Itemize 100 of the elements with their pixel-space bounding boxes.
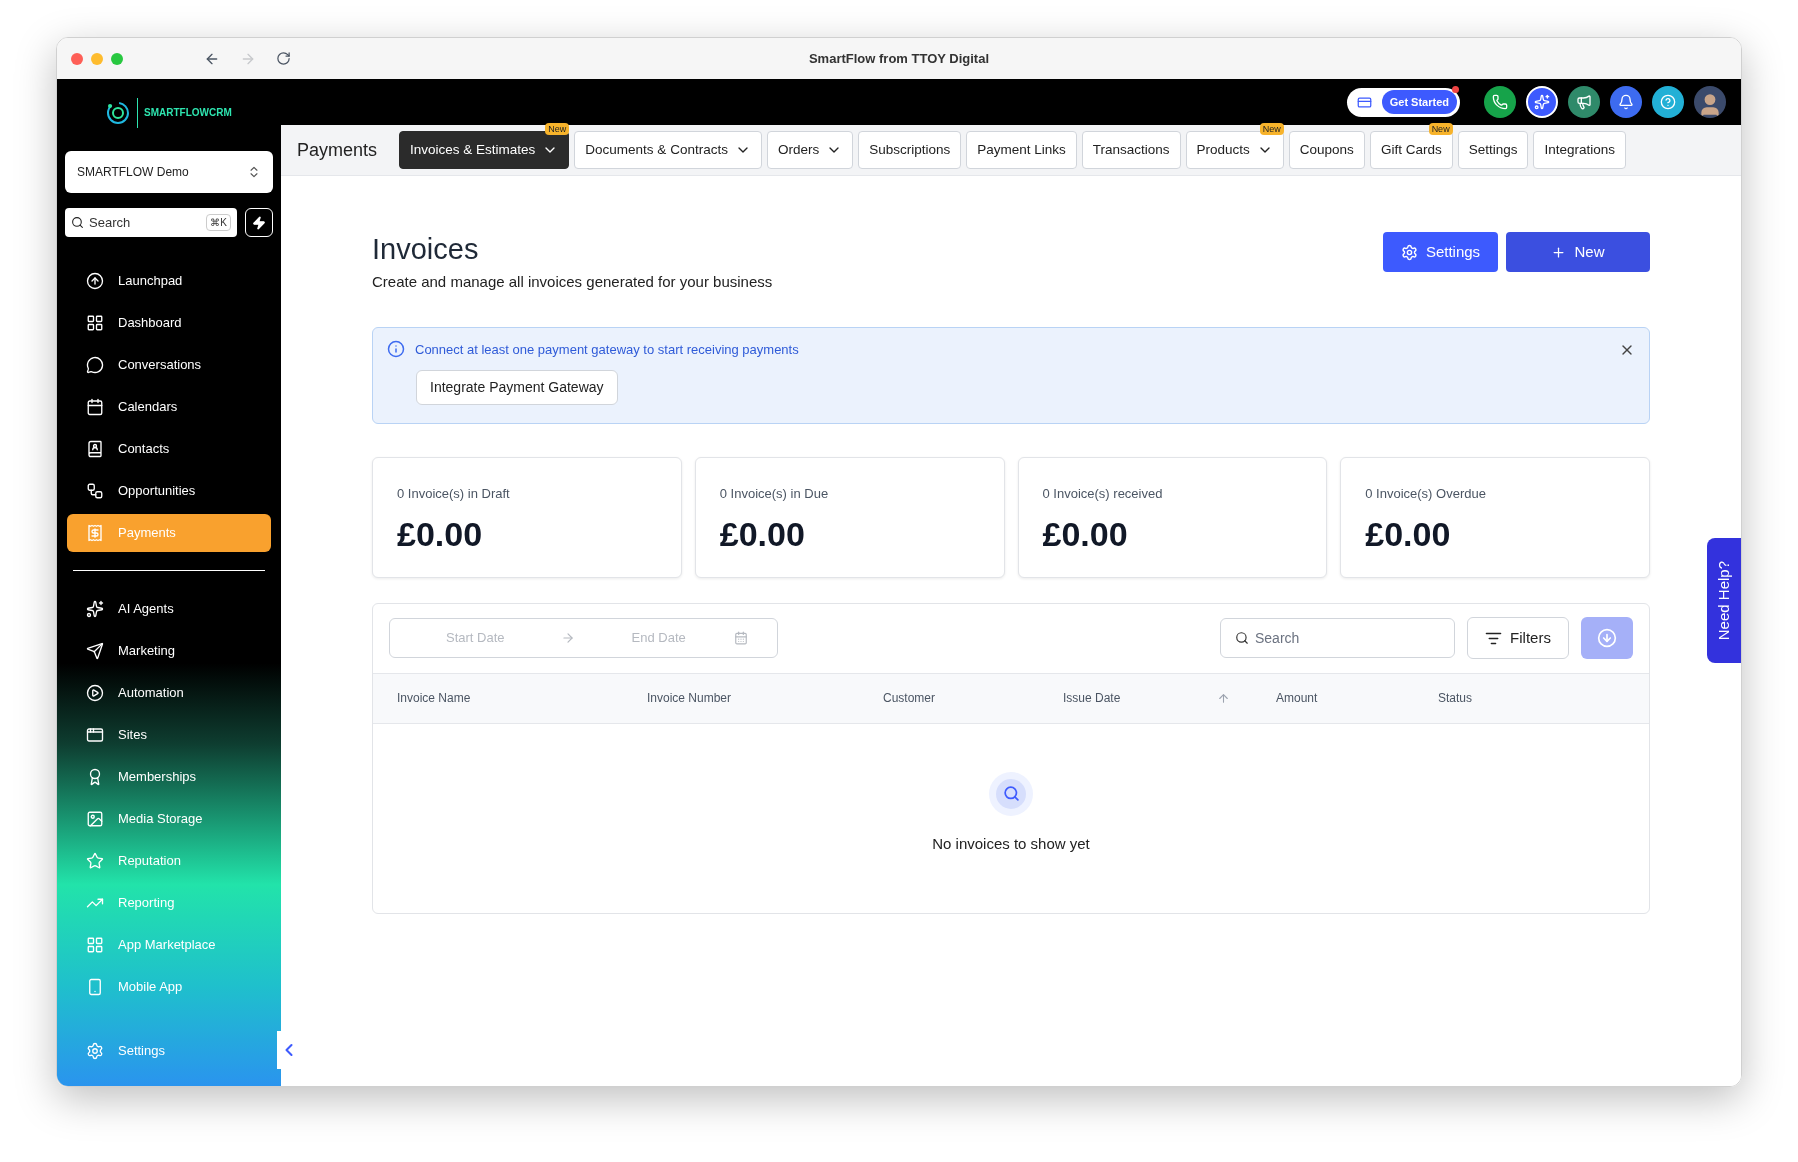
sidebar-item[interactable]: AI Agents	[67, 590, 271, 628]
close-window-icon[interactable]	[71, 52, 83, 65]
bell-icon	[1618, 94, 1634, 110]
download-icon	[1597, 628, 1617, 648]
nav-tab[interactable]: Transactions	[1081, 131, 1181, 169]
column-header: Invoice Number	[647, 690, 732, 707]
column-header: Issue Date	[1063, 690, 1121, 707]
new-badge: New	[1259, 123, 1284, 135]
sidebar-item[interactable]: Dashboard	[67, 304, 271, 342]
get-started-button[interactable]: Get Started	[1346, 87, 1460, 117]
nav-tab[interactable]: Settings	[1457, 131, 1529, 169]
stat-amount: £0.00	[397, 514, 484, 555]
nav-tab[interactable]: Coupons	[1288, 131, 1365, 169]
new-button[interactable]: New	[1506, 232, 1650, 272]
sparkle-icon	[1534, 94, 1550, 110]
page-title: Invoices	[372, 232, 480, 267]
nav-tab[interactable]: Documents & Contracts	[574, 131, 762, 169]
menu-icon	[86, 978, 104, 996]
menu-icon	[86, 684, 104, 702]
menu-icon	[86, 726, 104, 744]
stat-label: 0 Invoice(s) Overdue	[1365, 484, 1487, 503]
search-icon	[1002, 785, 1020, 802]
menu-icon	[86, 440, 104, 458]
nav-tab[interactable]: Subscriptions	[858, 131, 962, 169]
quick-action-button[interactable]	[245, 208, 273, 237]
plus-icon	[1551, 244, 1567, 260]
reload-icon[interactable]	[276, 51, 291, 66]
sidebar-item[interactable]: Media Storage	[67, 800, 271, 838]
nav-tab[interactable]: Orders	[766, 131, 854, 169]
need-help-tab[interactable]: Need Help?	[1707, 538, 1741, 663]
nav-tab[interactable]: Payment Links	[966, 131, 1077, 169]
alert-message: Connect at least one payment gateway to start receiving payments	[415, 340, 799, 359]
stat-amount: £0.00	[719, 514, 806, 555]
new-badge: New	[1428, 123, 1453, 135]
stat-amount: £0.00	[1365, 514, 1452, 555]
menu-icon	[86, 314, 104, 332]
sidebar-item[interactable]: Calendars	[67, 388, 271, 426]
brand-name: SMARTFLOWCRM	[144, 106, 232, 120]
search-icon	[71, 216, 84, 229]
sidebar-item[interactable]: Memberships	[67, 758, 271, 796]
filters-button[interactable]: Filters	[1467, 617, 1569, 659]
phone-icon	[1492, 94, 1508, 110]
chevrons-icon	[247, 165, 261, 179]
module-title: Payments	[297, 138, 378, 162]
help-button[interactable]	[1652, 86, 1684, 118]
menu-icon	[86, 936, 104, 954]
menu-icon	[86, 642, 104, 660]
menu-icon	[86, 810, 104, 828]
search-field[interactable]: Search ⌘K	[65, 208, 237, 237]
calendar-icon	[733, 631, 748, 645]
nav-tab[interactable]: Integrations	[1533, 131, 1626, 169]
sidebar-item[interactable]: Launchpad	[67, 262, 271, 300]
megaphone-icon	[1576, 94, 1592, 110]
window-title: SmartFlow from TTOY Digital	[808, 49, 990, 68]
empty-message: No invoices to show yet	[932, 833, 1090, 854]
sidebar-item[interactable]: Automation	[67, 674, 271, 712]
menu-icon	[86, 398, 104, 416]
menu-icon	[86, 356, 104, 374]
menu-icon	[86, 600, 104, 618]
sparkle-button[interactable]	[1526, 86, 1558, 118]
notifications-button[interactable]	[1610, 86, 1642, 118]
settings-button[interactable]: Settings	[1383, 232, 1498, 272]
phone-button[interactable]	[1484, 86, 1516, 118]
nav-tab[interactable]: Products	[1185, 131, 1284, 169]
stat-label: 0 Invoice(s) received	[1042, 484, 1164, 503]
help-icon	[1660, 94, 1676, 110]
sidebar-item[interactable]: Opportunities	[67, 472, 271, 510]
sidebar-item[interactable]: Marketing	[67, 632, 271, 670]
end-date-placeholder: End Date	[631, 629, 686, 648]
settings-icon	[1400, 243, 1418, 261]
nav-tab[interactable]: Gift Cards	[1369, 131, 1453, 169]
search-placeholder: Search	[89, 213, 132, 232]
megaphone-button[interactable]	[1568, 86, 1600, 118]
sidebar-item[interactable]: Conversations	[67, 346, 271, 384]
nav-tab[interactable]: Invoices & Estimates	[399, 131, 570, 169]
column-header: Status	[1438, 690, 1473, 707]
start-date-placeholder: Start Date	[446, 629, 505, 648]
table-search-field[interactable]: Search	[1220, 618, 1455, 658]
menu-icon	[86, 1042, 104, 1060]
search-placeholder: Search	[1255, 628, 1300, 648]
page-subtitle: Create and manage all invoices generated for your business	[372, 272, 773, 292]
column-header: Amount	[1276, 690, 1318, 707]
sidebar-item[interactable]: Sites	[67, 716, 271, 754]
info-icon	[387, 340, 405, 359]
menu-icon	[86, 852, 104, 870]
menu-icon	[86, 524, 104, 542]
column-header: Customer	[883, 690, 935, 707]
integrate-gateway-button[interactable]: Integrate Payment Gateway	[416, 370, 618, 405]
stat-amount: £0.00	[1042, 514, 1129, 555]
logo-icon	[105, 99, 131, 126]
card-icon	[1356, 94, 1372, 110]
avatar[interactable]	[1694, 86, 1726, 118]
stat-label: 0 Invoice(s) in Due	[719, 484, 830, 503]
search-icon	[1235, 631, 1249, 645]
shortcut-key: ⌘K	[206, 214, 231, 231]
stat-label: 0 Invoice(s) in Draft	[397, 484, 511, 503]
new-badge: New	[545, 123, 570, 135]
sidebar-item[interactable]: Contacts	[67, 430, 271, 468]
menu-icon	[86, 482, 104, 500]
account-switcher[interactable]: SMARTFLOW Demo	[65, 151, 273, 193]
